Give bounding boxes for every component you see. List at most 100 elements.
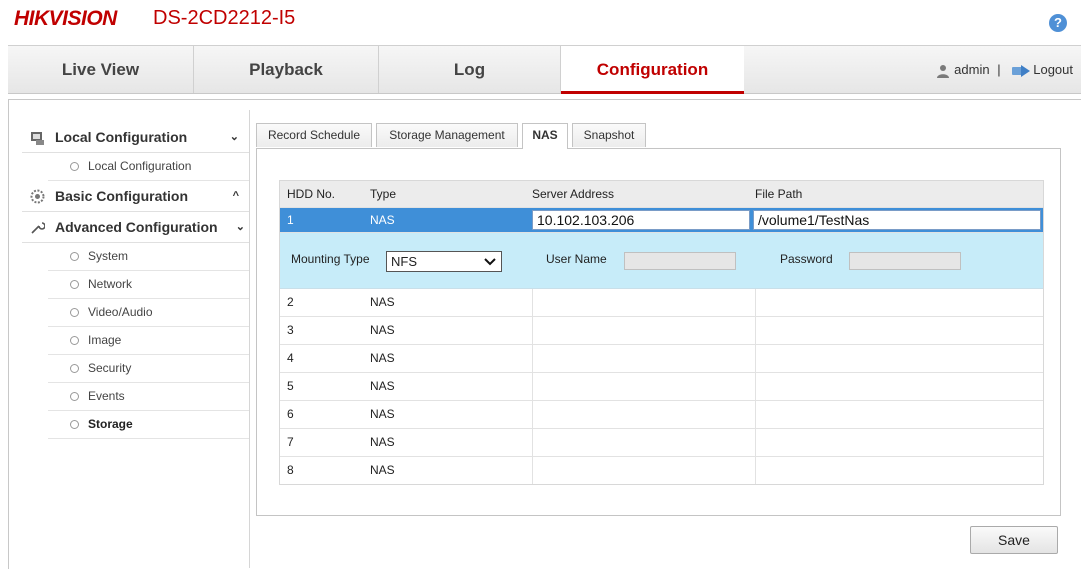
column-divider (755, 457, 756, 484)
column-divider (532, 289, 533, 316)
help-icon[interactable]: ? (1049, 14, 1067, 32)
table-row[interactable]: 2 NAS (280, 289, 1043, 317)
column-divider (532, 373, 533, 400)
sidebar-item-video-audio[interactable]: Video/Audio (48, 299, 249, 327)
table-row[interactable]: 7 NAS (280, 429, 1043, 457)
sidebar-section-basic-configuration[interactable]: Basic Configuration ^ (22, 181, 249, 212)
sidebar-item-label: Events (88, 389, 125, 403)
user-separator: | (997, 62, 1001, 77)
user-name-label: User Name (546, 252, 607, 266)
column-divider (532, 401, 533, 428)
sidebar-item-security[interactable]: Security (48, 355, 249, 383)
sidebar-item-storage[interactable]: Storage (48, 411, 249, 439)
sidebar-item-network[interactable]: Network (48, 271, 249, 299)
chevron-down-icon[interactable]: ⌄ (236, 212, 245, 242)
sidebar-section-label: Advanced Configuration (55, 219, 218, 235)
sidebar-item-label: Network (88, 277, 133, 291)
table-row[interactable]: 5 NAS (280, 373, 1043, 401)
tab-snapshot[interactable]: Snapshot (572, 123, 646, 147)
hdd-number: 6 (287, 407, 294, 421)
sidebar-item-label: Security (88, 361, 132, 375)
mounting-type-select[interactable]: NFS (386, 251, 502, 272)
bullet-icon (70, 252, 79, 261)
hdd-type: NAS (370, 323, 395, 337)
sidebar-item-system[interactable]: System (48, 243, 249, 271)
column-divider (755, 345, 756, 372)
hdd-number: 8 (287, 463, 294, 477)
tab-log[interactable]: Log (379, 46, 561, 93)
hdd-type: NAS (370, 295, 395, 309)
hdd-type: NAS (370, 213, 395, 227)
sidebar-item-image[interactable]: Image (48, 327, 249, 355)
tab-playback[interactable]: Playback (194, 46, 379, 93)
bullet-icon (70, 364, 79, 373)
chevron-down-icon (484, 252, 496, 278)
file-path-input[interactable]: /volume1/TestNas (753, 210, 1041, 230)
wrench-icon (31, 222, 45, 234)
bullet-icon (70, 392, 79, 401)
tab-nas[interactable]: NAS (522, 123, 568, 149)
table-row[interactable]: 6 NAS (280, 401, 1043, 429)
logout-link[interactable]: Logout (1033, 62, 1073, 77)
table-row[interactable]: 8 NAS (280, 457, 1043, 484)
bullet-icon (70, 162, 79, 171)
mounting-type-label: Mounting Type (291, 252, 370, 266)
table-row-selected[interactable]: 1 NAS 10.102.103.206 /volume1/TestNas (280, 208, 1043, 233)
top-nav: Live View Playback Log Configuration adm… (8, 45, 1081, 94)
sidebar-section-local-configuration[interactable]: Local Configuration ⌄ (22, 122, 249, 153)
column-divider (532, 317, 533, 344)
column-divider (755, 289, 756, 316)
hdd-number: 4 (287, 351, 294, 365)
hdd-type: NAS (370, 463, 395, 477)
tab-configuration[interactable]: Configuration (561, 46, 744, 94)
sidebar-item-label: Storage (88, 417, 133, 431)
user-name-input[interactable] (624, 252, 736, 270)
sidebar-section-advanced-configuration[interactable]: Advanced Configuration ⌄ (22, 212, 249, 243)
device-model: DS-2CD2212-I5 (153, 7, 296, 29)
tab-storage-management[interactable]: Storage Management (376, 123, 518, 147)
tab-live-view[interactable]: Live View (8, 46, 194, 93)
hdd-number: 5 (287, 379, 294, 393)
table-row[interactable]: 3 NAS (280, 317, 1043, 345)
hdd-number: 7 (287, 435, 294, 449)
column-header-server-address: Server Address (532, 187, 615, 201)
column-divider (755, 317, 756, 344)
hdd-number: 2 (287, 295, 294, 309)
server-address-input[interactable]: 10.102.103.206 (532, 210, 750, 230)
bullet-icon (70, 420, 79, 429)
chevron-up-icon[interactable]: ^ (233, 181, 239, 211)
save-button[interactable]: Save (970, 526, 1058, 554)
sidebar-item-events[interactable]: Events (48, 383, 249, 411)
username[interactable]: admin (954, 62, 989, 77)
column-divider (532, 457, 533, 484)
local-config-icon (31, 132, 44, 145)
chevron-down-icon[interactable]: ⌄ (230, 122, 239, 152)
sidebar-section-label: Local Configuration (55, 129, 188, 145)
nas-table: HDD No. Type Server Address File Path 1 … (279, 180, 1044, 485)
hdd-number: 3 (287, 323, 294, 337)
tab-record-schedule[interactable]: Record Schedule (256, 123, 372, 147)
sidebar-item-local-configuration[interactable]: Local Configuration (48, 153, 249, 181)
bullet-icon (70, 308, 79, 317)
table-row[interactable]: 4 NAS (280, 345, 1043, 373)
column-divider (532, 429, 533, 456)
logout-icon[interactable] (1012, 64, 1031, 77)
user-icon (937, 64, 950, 78)
sidebar-item-label: Image (88, 333, 122, 347)
sidebar-divider (249, 110, 250, 568)
brand-logo: HIKVISION (14, 7, 117, 30)
sidebar-item-label: Local Configuration (88, 159, 192, 173)
sidebar: Local Configuration ⌄ Local Configuratio… (22, 122, 249, 439)
hdd-type: NAS (370, 351, 395, 365)
column-divider (755, 373, 756, 400)
hdd-type: NAS (370, 435, 395, 449)
sidebar-item-label: System (88, 249, 129, 263)
sidebar-item-label: Video/Audio (88, 305, 153, 319)
password-label: Password (780, 252, 833, 266)
column-divider (755, 401, 756, 428)
column-divider (755, 429, 756, 456)
password-input[interactable] (849, 252, 961, 270)
user-bar: admin | Logout (936, 46, 1073, 93)
sidebar-section-label: Basic Configuration (55, 188, 189, 204)
bullet-icon (70, 280, 79, 289)
